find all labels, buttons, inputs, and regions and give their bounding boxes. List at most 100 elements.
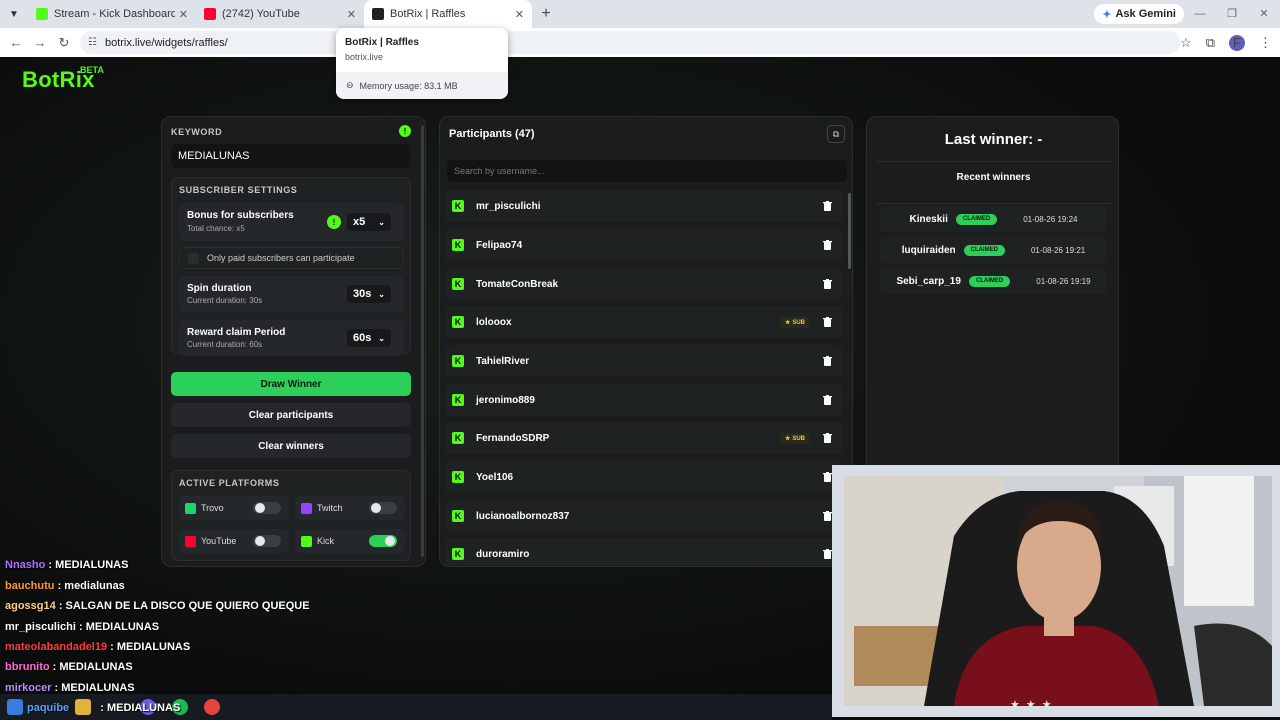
trash-icon[interactable] (818, 313, 836, 331)
trash-icon[interactable] (818, 197, 836, 215)
participant-row[interactable]: K FernandoSDRP ★ SUB (445, 422, 843, 454)
copy-icon[interactable]: ⧉ (827, 125, 845, 143)
spin-duration-select[interactable]: 30s ⌄ (347, 285, 391, 303)
winner-date: 01-08-26 19:19 (1036, 276, 1091, 286)
chat-username: bauchutu (5, 580, 55, 592)
forward-icon[interactable]: → (28, 35, 52, 50)
chat-text: : medialunas (57, 580, 125, 592)
reload-icon[interactable]: ↻ (52, 35, 76, 51)
new-tab-button[interactable]: + (532, 5, 560, 23)
clear-participants-button[interactable]: Clear participants (171, 403, 411, 427)
keyword-label: KEYWORD (171, 127, 223, 137)
participant-name: Felipao74 (476, 239, 523, 251)
close-icon[interactable]: ✕ (179, 8, 188, 21)
tab-search-chevron-icon[interactable]: ▼ (0, 0, 28, 28)
chevron-down-icon: ⌄ (378, 289, 385, 299)
participant-row[interactable]: K TomateConBreak (445, 268, 843, 300)
checkbox-box[interactable] (188, 252, 199, 264)
bookmark-star-icon[interactable]: ☆ (1180, 35, 1192, 51)
botrix-favicon-icon (372, 8, 384, 20)
jersey-stars-icon: ★★★ (1010, 699, 1058, 711)
tab-youtube[interactable]: (2742) YouTube ✕ (196, 0, 364, 28)
sub-tag-text: SUB (792, 435, 805, 442)
twitch-toggle[interactable] (369, 502, 397, 514)
participants-scrollbar[interactable] (848, 193, 851, 269)
youtube-toggle[interactable] (253, 535, 281, 547)
participant-row[interactable]: K duroramiro (445, 538, 843, 565)
trash-icon[interactable] (818, 275, 836, 293)
paid-subscribers-only-checkbox[interactable]: Only paid subscribers can participate (179, 247, 404, 269)
ask-gemini-button[interactable]: ✦ Ask Gemini (1094, 4, 1184, 24)
trash-icon[interactable] (818, 391, 836, 409)
close-icon[interactable]: ✕ (347, 8, 356, 21)
chat-username: mr_pisculichi (5, 621, 76, 633)
kick-toggle[interactable] (369, 535, 397, 547)
profile-avatar[interactable]: F (1229, 34, 1245, 51)
maximize-icon[interactable]: ❐ (1216, 0, 1248, 28)
address-bar[interactable]: ☷ botrix.live/widgets/raffles/ (80, 31, 1180, 54)
chat-message: mirkocer : MEDIALUNAS (5, 682, 135, 694)
tab-kick-dashboard[interactable]: Stream - Kick Dashboard ✕ (28, 0, 196, 28)
winner-date: 01-08-26 19:21 (1030, 245, 1086, 255)
bonus-info-icon[interactable]: ! (327, 215, 341, 229)
kick-icon: K (452, 394, 464, 406)
window-close-icon[interactable]: ✕ (1248, 0, 1280, 28)
chrome-icon[interactable] (204, 699, 220, 715)
reward-claim-subtitle: Current duration: 60s (187, 340, 263, 349)
spin-duration-row: Spin duration Current duration: 30s 30s … (179, 276, 404, 312)
hover-card-host: botrix.live (345, 52, 384, 62)
draw-winner-button[interactable]: Draw Winner (171, 372, 411, 396)
keyword-input[interactable]: MEDIALUNAS (171, 144, 410, 168)
keyword-info-icon[interactable]: ! (399, 125, 411, 137)
settings-scrollbar[interactable] (421, 125, 424, 557)
winner-row: Kineskii CLAIMED 01-08-26 19:24 (880, 206, 1107, 232)
spin-duration-subtitle: Current duration: 30s (187, 296, 263, 305)
bonus-multiplier-select[interactable]: x5 ⌄ (347, 213, 391, 231)
close-icon[interactable]: ✕ (515, 8, 524, 21)
chat-username: paquibe (27, 702, 70, 714)
reward-claim-select[interactable]: 60s ⌄ (347, 329, 391, 347)
participant-row[interactable]: K lucianoalbornoz837 (445, 500, 843, 532)
reward-claim-row: Reward claim Period Current duration: 60… (179, 320, 404, 356)
subscriber-settings: SUBSCRIBER SETTINGS Bonus for subscriber… (171, 177, 411, 356)
trovo-toggle[interactable] (253, 502, 281, 514)
minimize-icon[interactable]: — (1184, 0, 1216, 28)
participant-row[interactable]: K TahielRiver (445, 345, 843, 377)
trash-icon[interactable] (818, 236, 836, 254)
participant-row[interactable]: K lolooox ★ SUB (445, 306, 843, 338)
platform-name: Twitch (317, 503, 343, 513)
webcam-feed (844, 476, 1272, 706)
extensions-icon[interactable]: ⧉ (1206, 35, 1215, 51)
trash-icon[interactable] (818, 429, 836, 447)
participant-row[interactable]: K jeronimo889 (445, 384, 843, 416)
participant-row[interactable]: K mr_pisculichi (445, 190, 843, 222)
back-icon[interactable]: ← (4, 35, 28, 50)
bonus-subtitle: Total chance: x5 (187, 224, 245, 233)
chat-username: bbrunito (5, 661, 50, 673)
participant-row[interactable]: K Yoel106 (445, 461, 843, 493)
kick-icon: K (452, 200, 464, 212)
participant-search-input[interactable]: Search by username... (447, 160, 847, 182)
participant-row[interactable]: K Felipao74 (445, 229, 843, 261)
raffle-settings-panel: KEYWORD ! MEDIALUNAS SUBSCRIBER SETTINGS… (161, 116, 426, 567)
chat-message: mr_pisculichi : MEDIALUNAS (5, 621, 159, 633)
memory-icon: ⊖ (346, 80, 354, 90)
subscriber-settings-label: SUBSCRIBER SETTINGS (179, 185, 298, 195)
claimed-badge: CLAIMED (968, 275, 1011, 287)
participant-name: duroramiro (476, 548, 530, 560)
tab-strip: ▼ Stream - Kick Dashboard ✕ (2742) YouTu… (0, 0, 1280, 28)
tab-botrix-raffles[interactable]: BotRix | Raffles ✕ (364, 0, 532, 28)
clear-winners-button[interactable]: Clear winners (171, 434, 411, 458)
trash-icon[interactable] (818, 352, 836, 370)
paid-only-label: Only paid subscribers can participate (207, 253, 355, 263)
platform-name: YouTube (201, 536, 237, 546)
participants-title: Participants (47) (449, 128, 535, 140)
chat-message: paquibe : MEDIALUNAS (5, 702, 180, 714)
active-platforms: ACTIVE PLATFORMS Trovo Twitch YouTube Ki… (171, 470, 411, 561)
bonus-title: Bonus for subscribers (187, 210, 294, 221)
url-text: botrix.live/widgets/raffles/ (104, 36, 228, 49)
site-settings-icon[interactable]: ☷ (88, 37, 97, 48)
claimed-badge: CLAIMED (955, 213, 998, 225)
participant-name: TahielRiver (476, 355, 530, 367)
menu-kebab-icon[interactable]: ⋮ (1259, 35, 1272, 51)
